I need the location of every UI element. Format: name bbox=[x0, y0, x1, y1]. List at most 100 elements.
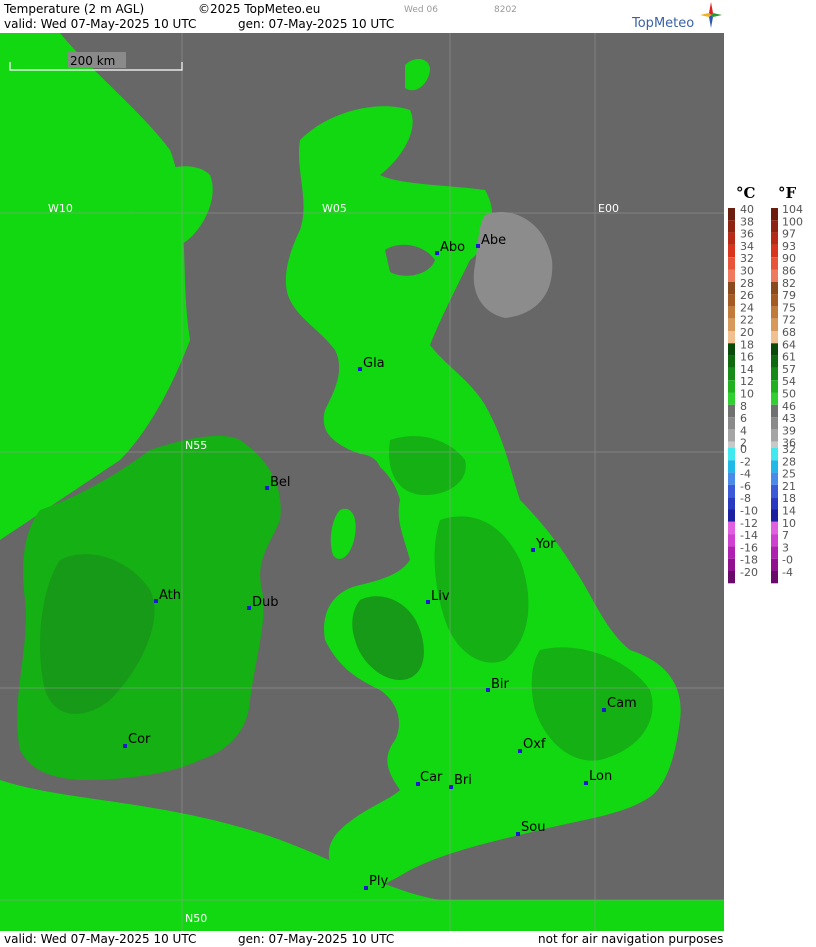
legend-warm-swatch-c bbox=[728, 306, 735, 319]
city-oxf[interactable]: Oxf bbox=[518, 737, 546, 753]
legend-warm-swatch-c bbox=[728, 281, 735, 295]
city-label: Cor bbox=[128, 732, 151, 747]
city-sou[interactable]: Sou bbox=[516, 820, 545, 836]
grid-label-n50: N50 bbox=[185, 912, 207, 925]
legend-warm-label-celsius: 36 bbox=[740, 228, 754, 241]
legend-cold-swatch-f bbox=[771, 558, 778, 571]
city-label: Yor bbox=[535, 537, 556, 552]
copyright-text: ©2025 TopMeteo.eu bbox=[198, 2, 321, 16]
legend-warm-label-fahrenheit: 39 bbox=[782, 424, 796, 437]
legend-cold-swatch-c bbox=[728, 546, 735, 559]
legend-warm-swatch-f bbox=[771, 318, 778, 331]
legend-cold-label-celsius: -20 bbox=[740, 566, 758, 579]
legend-warm-label-fahrenheit: 100 bbox=[782, 215, 803, 228]
legend-cold-swatch-c bbox=[728, 509, 735, 522]
legend-cold-swatch-c bbox=[728, 448, 735, 461]
disclaimer-text: not for air navigation purposes bbox=[538, 932, 724, 946]
legend-cold-label-celsius: -10 bbox=[740, 505, 758, 518]
legend-warm-label-celsius: 28 bbox=[740, 277, 754, 290]
legend-warm-swatch-c bbox=[728, 380, 735, 393]
run-code: 8202 bbox=[494, 5, 517, 15]
legend-warm-swatch-f bbox=[771, 281, 778, 295]
legend-cold-label-fahrenheit: 25 bbox=[782, 468, 796, 481]
legend-warm-label-fahrenheit: 86 bbox=[782, 265, 796, 278]
legend-cold-label-celsius: -14 bbox=[740, 529, 758, 542]
legend-cold-swatch-f bbox=[771, 546, 778, 559]
legend-warm-label-fahrenheit: 64 bbox=[782, 338, 796, 351]
legend-warm-swatch-f bbox=[771, 232, 778, 245]
legend-cold-label-fahrenheit: 32 bbox=[782, 443, 796, 456]
legend-cold-swatch-f bbox=[771, 521, 778, 535]
legend-warm-swatch-c bbox=[728, 269, 735, 282]
legend-warm-swatch-c bbox=[728, 367, 735, 381]
legend-warm-label-fahrenheit: 75 bbox=[782, 301, 796, 314]
temperature-legend: °C °F 40 104 38 100 36 97 34 93 32 90 30 86 28 82 26 79… bbox=[724, 0, 816, 947]
legend-warm-swatch-c bbox=[728, 232, 735, 245]
generated-time: gen: 07-May-2025 10 UTC bbox=[238, 17, 395, 31]
legend-warm-label-fahrenheit: 46 bbox=[782, 400, 796, 413]
legend-warm-swatch-f bbox=[771, 355, 778, 368]
city-label: Gla bbox=[363, 356, 385, 371]
legend-cold-label-celsius: -18 bbox=[740, 554, 758, 567]
legend-color-scale: 40 10438 10036 9734 9332 9030 8628 8226 7924 7522… bbox=[728, 203, 803, 584]
legend-cold-label-fahrenheit: 18 bbox=[782, 492, 796, 505]
legend-warm-label-fahrenheit: 57 bbox=[782, 363, 796, 376]
legend-warm-swatch-f bbox=[771, 220, 778, 233]
legend-warm-label-celsius: 18 bbox=[740, 338, 754, 351]
legend-warm-swatch-c bbox=[728, 257, 735, 270]
legend-warm-label-fahrenheit: 54 bbox=[782, 375, 796, 388]
legend-warm-swatch-f bbox=[771, 331, 778, 344]
legend-warm-swatch-f bbox=[771, 257, 778, 270]
temperature-map[interactable]: W10 W05 E00 N55 N50 200 km Abo Abe Gla B… bbox=[0, 33, 724, 931]
map-title: Temperature (2 m AGL) bbox=[4, 2, 145, 16]
grid-label-w05: W05 bbox=[322, 202, 347, 215]
city-car[interactable]: Car bbox=[416, 770, 443, 786]
legend-warm-swatch-f bbox=[771, 367, 778, 381]
city-dub[interactable]: Dub bbox=[247, 595, 279, 610]
legend-warm-swatch-c bbox=[728, 244, 735, 258]
legend-warm-swatch-f bbox=[771, 404, 778, 418]
legend-warm-label-celsius: 22 bbox=[740, 314, 754, 327]
legend-cold-swatch-c bbox=[728, 472, 735, 485]
day-code: Wed 06 bbox=[404, 5, 438, 15]
legend-warm-label-fahrenheit: 72 bbox=[782, 314, 796, 327]
legend-cold-swatch-c bbox=[728, 497, 735, 510]
legend-warm-label-celsius: 10 bbox=[740, 388, 754, 401]
footer-generated-time: gen: 07-May-2025 10 UTC bbox=[238, 932, 395, 946]
brand-name: TopMeteo bbox=[632, 16, 695, 31]
legend-warm-label-celsius: 16 bbox=[740, 351, 754, 364]
city-cam[interactable]: Cam bbox=[602, 696, 637, 712]
legend-cold-swatch-c bbox=[728, 558, 735, 571]
legend-cold-label-fahrenheit: 14 bbox=[782, 505, 796, 518]
city-ath[interactable]: Ath bbox=[154, 588, 181, 603]
scale-bar-label: 200 km bbox=[70, 54, 115, 68]
map-footer: valid: Wed 07-May-2025 10 UTC gen: 07-Ma… bbox=[0, 931, 724, 947]
legend-cold-swatch-c bbox=[728, 484, 735, 498]
grid-label-e00: E00 bbox=[598, 202, 619, 215]
city-label: Sou bbox=[521, 820, 545, 835]
legend-warm-label-celsius: 4 bbox=[740, 424, 747, 437]
city-label: Dub bbox=[252, 595, 279, 610]
city-label: Abe bbox=[481, 233, 506, 248]
legend-cold-swatch-f bbox=[771, 571, 778, 584]
map-canvas: W10 W05 E00 N55 N50 200 km Abo Abe Gla B… bbox=[0, 33, 724, 931]
legend-warm-swatch-c bbox=[728, 417, 735, 430]
legend-warm-label-celsius: 24 bbox=[740, 301, 754, 314]
legend-cold-swatch-c bbox=[728, 521, 735, 535]
legend-warm-swatch-c bbox=[728, 343, 735, 356]
legend-cold-label-celsius: -2 bbox=[740, 455, 751, 468]
legend-warm-swatch-f bbox=[771, 294, 778, 307]
city-abe[interactable]: Abe bbox=[476, 233, 506, 248]
city-abo[interactable]: Abo bbox=[435, 240, 465, 255]
legend-cold-swatch-f bbox=[771, 472, 778, 485]
valid-time: valid: Wed 07-May-2025 10 UTC bbox=[4, 17, 197, 31]
city-cor[interactable]: Cor bbox=[123, 732, 151, 748]
legend-warm-label-celsius: 12 bbox=[740, 375, 754, 388]
legend-warm-swatch-f bbox=[771, 244, 778, 258]
legend-warm-label-fahrenheit: 68 bbox=[782, 326, 796, 339]
legend-warm-label-celsius: 34 bbox=[740, 240, 754, 253]
city-lon[interactable]: Lon bbox=[584, 769, 612, 785]
legend-warm-swatch-c bbox=[728, 429, 735, 442]
legend-cold-label-celsius: -6 bbox=[740, 480, 751, 493]
legend-warm-label-fahrenheit: 90 bbox=[782, 252, 796, 265]
